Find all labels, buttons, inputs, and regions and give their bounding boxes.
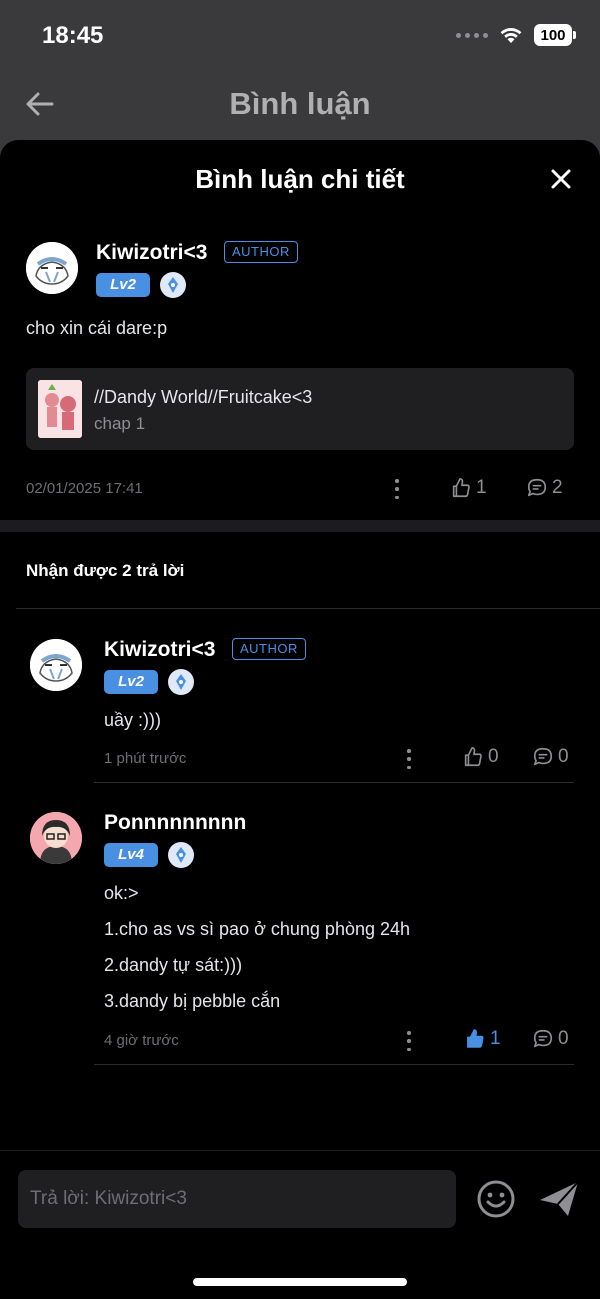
like-button[interactable]: 1 bbox=[450, 477, 487, 499]
chapter-thumbnail bbox=[38, 380, 82, 438]
pen-badge-icon bbox=[160, 272, 186, 298]
avatar[interactable] bbox=[26, 242, 78, 294]
comment-count: 0 bbox=[558, 1028, 569, 1049]
status-time: 18:45 bbox=[42, 22, 104, 49]
background-page-title: Bình luận bbox=[229, 86, 371, 121]
avatar[interactable] bbox=[30, 812, 82, 864]
reply-count: 2 bbox=[552, 477, 563, 498]
author-badge: AUTHOR bbox=[224, 241, 298, 263]
comment-bubble-icon bbox=[533, 747, 553, 766]
comment-count: 0 bbox=[558, 746, 569, 767]
comment-username[interactable]: Kiwizotri<3 bbox=[96, 241, 207, 265]
background-page: 18:45 100 Bình luận bbox=[0, 0, 600, 160]
thumbs-up-icon bbox=[452, 478, 470, 498]
author-badge: AUTHOR bbox=[232, 638, 306, 660]
reply-username[interactable]: Kiwizotri<3 bbox=[104, 638, 215, 662]
like-button[interactable]: 0 bbox=[462, 746, 499, 768]
comment-bubble-icon bbox=[533, 1029, 553, 1048]
reply-input[interactable] bbox=[18, 1170, 456, 1228]
send-icon[interactable] bbox=[538, 1178, 580, 1220]
avatar[interactable] bbox=[30, 639, 82, 691]
avatar-image bbox=[26, 242, 78, 294]
chapter-reference-subtitle: chap 1 bbox=[94, 414, 146, 433]
cellular-signal-icon bbox=[456, 32, 488, 38]
like-count: 0 bbox=[488, 746, 499, 767]
like-count: 1 bbox=[476, 477, 487, 498]
like-button[interactable]: 1 bbox=[464, 1028, 501, 1050]
chapter-reference-title: //Dandy World//Fruitcake<3 bbox=[94, 387, 313, 407]
comment-button[interactable]: 0 bbox=[532, 1028, 569, 1050]
reply-text-line: 3.dandy bị pebble cắn bbox=[104, 991, 281, 1011]
battery-icon: 100 bbox=[534, 24, 576, 46]
reply-input-bar bbox=[0, 1150, 600, 1299]
divider bbox=[94, 782, 574, 783]
comment-bubble-icon bbox=[527, 478, 547, 497]
reply-text-line: 2.dandy tự sát:))) bbox=[104, 955, 243, 975]
divider bbox=[16, 608, 600, 609]
reply-time: 1 phút trước bbox=[104, 750, 187, 767]
pen-badge-icon bbox=[168, 842, 194, 868]
comment-button[interactable]: 0 bbox=[532, 746, 569, 768]
thumbs-up-filled-icon bbox=[467, 1029, 484, 1048]
level-badge: Lv2 bbox=[96, 273, 150, 297]
status-bar: 18:45 100 bbox=[0, 0, 600, 72]
thumbs-up-icon bbox=[464, 747, 482, 767]
comment-detail-sheet: Bình luận chi tiết Kiwizotri<3 AUTHOR Lv… bbox=[0, 140, 600, 1299]
status-icons: 100 bbox=[456, 24, 576, 46]
reply-text-line: 1.cho as vs sì pao ở chung phòng 24h bbox=[104, 919, 411, 939]
like-count: 1 bbox=[490, 1028, 501, 1049]
battery-level: 100 bbox=[534, 24, 572, 46]
more-options-icon[interactable] bbox=[393, 479, 401, 499]
emoji-icon[interactable] bbox=[476, 1179, 516, 1219]
close-icon[interactable] bbox=[550, 168, 572, 190]
sheet-title: Bình luận chi tiết bbox=[195, 164, 405, 194]
comment-text: cho xin cái dare:p bbox=[26, 318, 168, 338]
pen-badge-icon bbox=[168, 669, 194, 695]
reply-text-line: ok:> bbox=[104, 883, 139, 903]
wifi-icon bbox=[500, 28, 522, 43]
level-badge: Lv4 bbox=[104, 843, 158, 867]
background-header: Bình luận bbox=[0, 72, 600, 140]
reply-time: 4 giờ trước bbox=[104, 1032, 179, 1049]
replies-heading: Nhận được 2 trả lời bbox=[26, 561, 185, 580]
more-options-icon[interactable] bbox=[405, 749, 413, 769]
level-badge: Lv2 bbox=[104, 670, 158, 694]
reply-text: uầy :))) bbox=[104, 710, 162, 730]
chapter-reference-card[interactable]: //Dandy World//Fruitcake<3 chap 1 bbox=[26, 368, 574, 450]
reply-username[interactable]: Ponnnnnnnnn bbox=[104, 811, 246, 835]
divider bbox=[94, 1064, 574, 1065]
reply-count-button[interactable]: 2 bbox=[526, 477, 563, 499]
avatar-image bbox=[30, 812, 82, 864]
avatar-image bbox=[30, 639, 82, 691]
home-indicator bbox=[193, 1278, 407, 1286]
section-divider bbox=[0, 520, 600, 532]
more-options-icon[interactable] bbox=[405, 1031, 413, 1051]
comment-timestamp: 02/01/2025 17:41 bbox=[26, 480, 143, 497]
